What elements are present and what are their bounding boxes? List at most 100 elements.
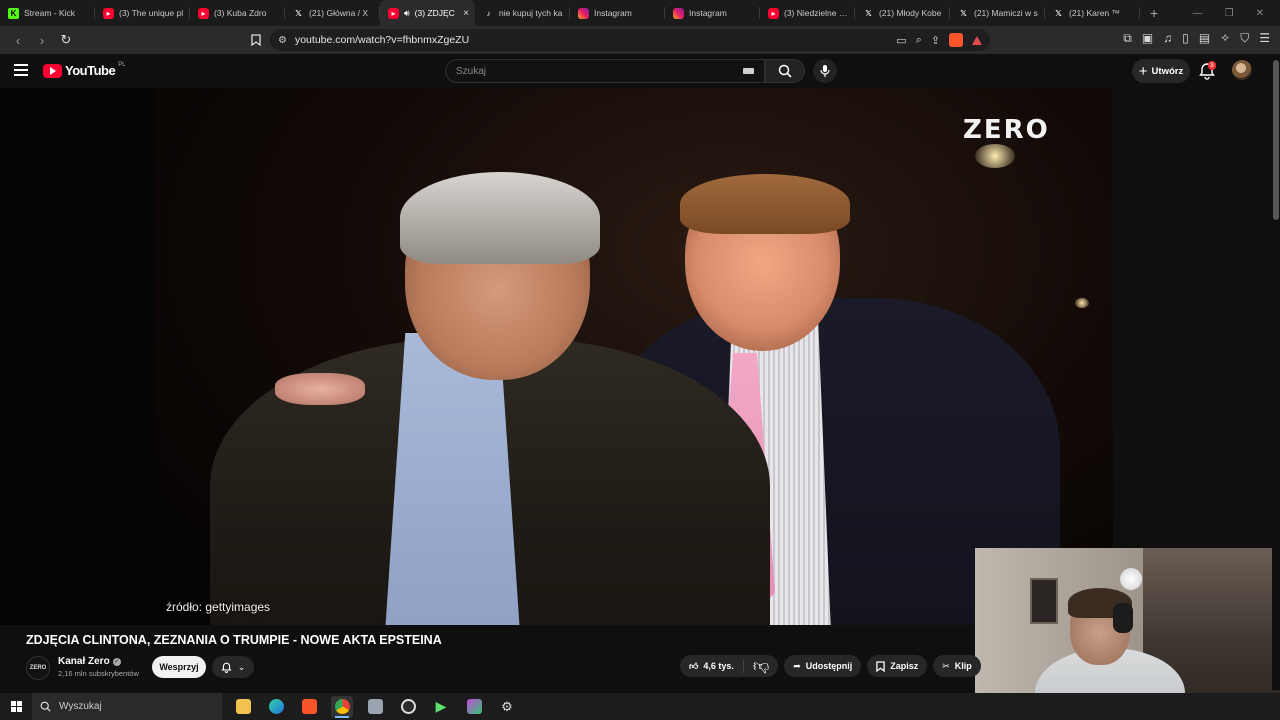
dislike-button[interactable]: 👎︎	[744, 657, 778, 676]
like-dislike-group: 👍︎ 4,6 tys. 👎︎	[680, 655, 779, 677]
brave-app[interactable]	[298, 696, 320, 718]
obs-app[interactable]	[397, 696, 419, 718]
app-icon[interactable]	[364, 696, 386, 718]
extensions-icon[interactable]: ⧉	[1123, 31, 1132, 46]
taskbar-search-placeholder: Wyszukaj	[59, 701, 102, 712]
browser-tab[interactable]: 𝕏 (21) Główna / X	[285, 0, 380, 26]
bookmark-icon[interactable]	[246, 30, 266, 50]
video-title: ZDJĘCIA CLINTONA, ZEZNANIA O TRUMPIE - N…	[26, 633, 442, 647]
brave-shields-icon[interactable]	[949, 33, 963, 47]
address-bar[interactable]: ⚙︎ youtube.com/watch?v=fhbnmxZgeZU ▭ ⌕ ⇪	[270, 29, 990, 51]
video-actions: 👍︎ 4,6 tys. 👎︎ ➦ Udostępnij Zapisz ✂ Kli…	[680, 655, 981, 677]
create-button[interactable]: + Utwórz	[1132, 59, 1190, 83]
new-tab-button[interactable]: +	[1140, 5, 1168, 21]
browser-tab[interactable]: Instagram	[665, 0, 760, 26]
chrome-icon	[334, 699, 350, 714]
file-explorer-app[interactable]	[232, 696, 254, 718]
clip-button[interactable]: ✂ Klip	[933, 655, 981, 677]
minimize-icon[interactable]: —	[1193, 8, 1203, 19]
save-button[interactable]: Zapisz	[867, 655, 928, 677]
channel-name-row[interactable]: Kanał Zero ✓	[58, 656, 121, 667]
edge-icon	[268, 699, 284, 714]
subscription-bell-button[interactable]: ⌄	[212, 656, 254, 678]
browser-tab[interactable]: 𝕏 (21) Młody Kobe	[855, 0, 950, 26]
leo-ai-icon[interactable]: ✧	[1220, 31, 1230, 46]
guide-menu-icon[interactable]	[14, 64, 28, 76]
like-button[interactable]: 👍︎ 4,6 tys.	[680, 659, 744, 673]
browser-tab[interactable]: ▸ (3) The unique pl	[95, 0, 190, 26]
thumbs-up-icon: 👍︎	[689, 660, 699, 671]
edge-app[interactable]	[265, 696, 287, 718]
search-button[interactable]	[765, 59, 805, 83]
channel-watermark: ZERO	[963, 115, 1050, 145]
cast-icon[interactable]: ▭	[896, 34, 906, 47]
play-icon: ▶	[435, 698, 447, 714]
browser-tab[interactable]: 𝕏 (21) Karen ™	[1045, 0, 1140, 26]
youtube-icon: ▸	[768, 7, 779, 19]
support-button[interactable]: Wesprzyj	[152, 656, 206, 678]
instagram-icon	[673, 7, 684, 19]
settings-app[interactable]: ⚙	[496, 696, 518, 718]
site-settings-icon[interactable]: ⚙︎	[278, 35, 287, 46]
webcam-lamp	[1120, 568, 1142, 590]
zoom-icon[interactable]: ⌕	[916, 34, 922, 47]
bookmark-icon	[876, 660, 885, 672]
brave-icon	[301, 699, 317, 714]
account-avatar[interactable]	[1232, 60, 1252, 80]
menu-icon[interactable]: ☰	[1259, 31, 1270, 46]
address-bar-icons: ▭ ⌕ ⇪	[896, 33, 982, 47]
url-text[interactable]: youtube.com/watch?v=fhbnmxZgeZU	[295, 34, 888, 46]
search-input[interactable]	[456, 65, 743, 77]
page-scrollbar-thumb[interactable]	[1273, 60, 1279, 220]
photo-person-left-hair	[400, 172, 600, 264]
create-label: Utwórz	[1151, 65, 1184, 77]
browser-tab[interactable]: 𝕏 (21) Mamiczi w s	[950, 0, 1045, 26]
taskbar-search[interactable]: Wyszukaj	[32, 693, 222, 720]
voice-search-button[interactable]	[813, 59, 837, 83]
video-player[interactable]: ZERO źródło: gettyimages	[0, 88, 1113, 625]
wallet-icon[interactable]: ▤	[1199, 31, 1210, 46]
browser-tab[interactable]: Instagram	[570, 0, 665, 26]
youtube-play-icon	[43, 63, 62, 78]
x-icon: 𝕏	[1055, 8, 1062, 18]
share-button[interactable]: ➦ Udostępnij	[784, 655, 862, 677]
sidebar-icon[interactable]: ▯	[1182, 31, 1189, 46]
tab-label: Instagram	[594, 8, 632, 18]
generic-app-icon	[367, 699, 383, 714]
browser-tab[interactable]: ♪ nie kupuj tych ka	[475, 0, 570, 26]
reload-icon[interactable]: ↻	[56, 30, 76, 50]
media-player-app[interactable]: ▶	[430, 696, 452, 718]
restore-icon[interactable]: ❐	[1225, 8, 1234, 19]
chrome-app[interactable]	[331, 695, 353, 718]
youtube-icon: ▸	[388, 7, 399, 19]
screenshot-icon[interactable]: ▣	[1142, 31, 1153, 46]
chat-app[interactable]	[463, 696, 485, 718]
plus-icon: +	[1138, 62, 1148, 80]
bell-icon	[221, 662, 232, 673]
back-icon[interactable]: ‹	[8, 30, 28, 50]
browser-tab-active[interactable]: ▸ 🔊︎ (3) ZDJĘC ×	[380, 0, 475, 26]
youtube-logo[interactable]: YouTube PL	[43, 62, 126, 78]
media-icon[interactable]: ♫	[1163, 31, 1172, 46]
browser-tab[interactable]: ▸ (3) Niedzielne cia	[760, 0, 855, 26]
notification-badge: 3	[1208, 61, 1216, 70]
subscriber-count: 2,16 mln subskrybentów	[58, 669, 139, 678]
start-button[interactable]	[0, 693, 32, 720]
channel-name[interactable]: Kanał Zero	[58, 656, 110, 667]
search-box	[445, 59, 765, 83]
background-light	[1075, 298, 1089, 308]
tab-label: (21) Główna / X	[309, 8, 369, 18]
browser-tab[interactable]: ▸ (3) Kuba Zdro	[190, 0, 285, 26]
forward-icon[interactable]: ›	[32, 30, 52, 50]
speaker-icon[interactable]: 🔊︎	[404, 8, 410, 19]
window-controls: — ❐ ✕	[1193, 8, 1280, 19]
keyboard-icon[interactable]	[743, 68, 754, 74]
channel-avatar[interactable]: ZERO	[26, 656, 50, 680]
close-tab-icon[interactable]: ×	[463, 8, 469, 19]
close-window-icon[interactable]: ✕	[1256, 8, 1264, 19]
verified-icon: ✓	[112, 657, 121, 666]
share-icon[interactable]: ⇪	[931, 34, 940, 47]
browser-tab[interactable]: K Stream - Kick	[0, 0, 95, 26]
vpn-icon[interactable]: ⛉	[1240, 31, 1249, 46]
brave-rewards-icon[interactable]	[972, 35, 982, 45]
